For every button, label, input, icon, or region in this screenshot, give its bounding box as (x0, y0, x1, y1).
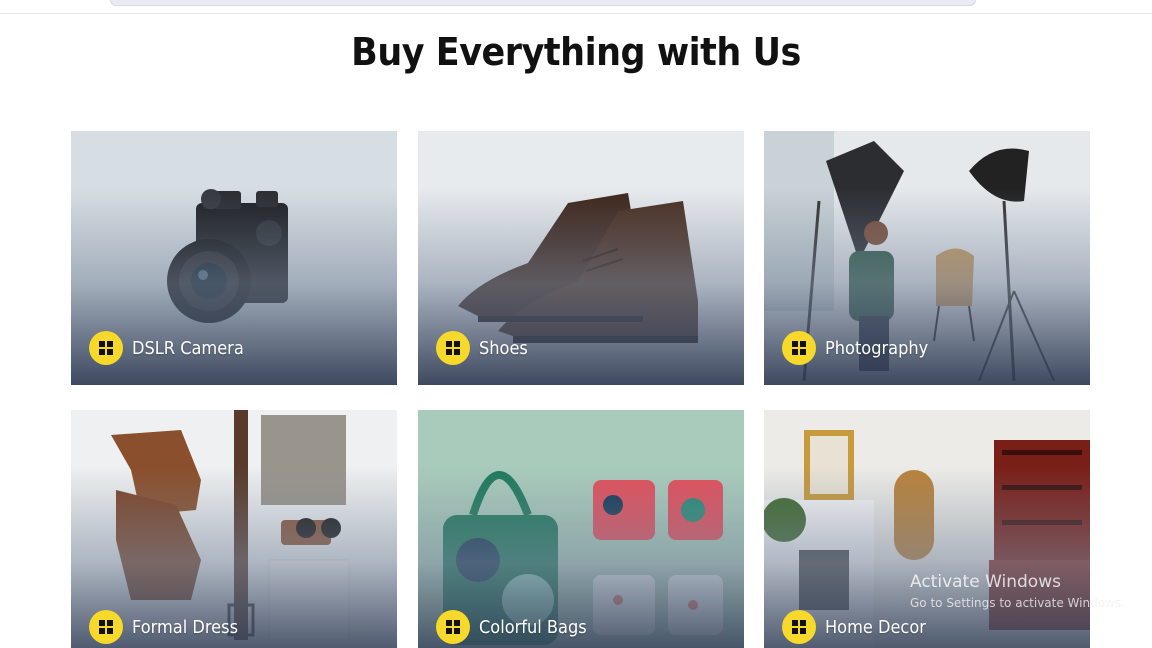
category-card-shoes[interactable]: Shoes (418, 131, 744, 385)
windows-icon (782, 331, 816, 365)
watermark-title: Activate Windows (910, 572, 1061, 592)
watermark-subtitle: Go to Settings to activate Windows. (910, 596, 1125, 610)
category-card-home-decor[interactable]: Home Decor (764, 410, 1090, 648)
activate-windows-watermark: Activate Windows Go to Settings to activ… (910, 572, 1125, 610)
category-label: Formal Dress (132, 616, 239, 638)
category-label: Home Decor (825, 616, 926, 638)
windows-icon (782, 610, 816, 644)
category-card-formal-dress[interactable]: Formal Dress (71, 410, 397, 648)
category-label: Photography (825, 337, 929, 359)
windows-icon (436, 610, 470, 644)
category-label: DSLR Camera (132, 337, 244, 359)
windows-icon (89, 610, 123, 644)
windows-icon (89, 331, 123, 365)
windows-icon (436, 331, 470, 365)
search-bar[interactable] (110, 0, 976, 6)
category-card-photography[interactable]: Photography (764, 131, 1090, 385)
category-label: Colorful Bags (479, 616, 587, 638)
page-title: Buy Everything with Us (351, 30, 801, 74)
category-label: Shoes (479, 337, 528, 359)
category-card-colorful-bags[interactable]: Colorful Bags (418, 410, 744, 648)
top-nav-bar (0, 0, 1152, 14)
category-card-dslr-camera[interactable]: DSLR Camera (71, 131, 397, 385)
